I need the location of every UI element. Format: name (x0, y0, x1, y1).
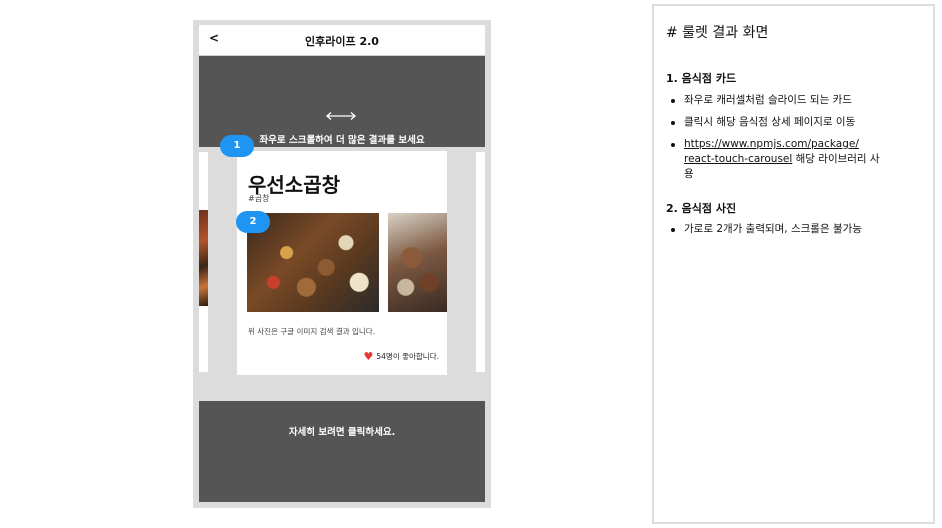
phone-mockup: < 인후라이프 2.0 좌우로 스크롤하여 더 많은 결과를 보세요 우선소곱창… (193, 20, 491, 508)
restaurant-tag: #곱창 (248, 194, 270, 203)
left-right-arrow-icon (326, 112, 356, 120)
annotation-badge-2: 2 (236, 211, 270, 233)
spec-bullet: 클릭시 해당 음식점 상세 페이지로 이동 (671, 115, 904, 130)
annotation-badge-1: 1 (220, 135, 254, 157)
link-suffix: 해당 라이브러리 사 (792, 153, 880, 165)
detail-hint: 자세히 보려면 클릭하세요. (288, 427, 396, 438)
spec-section-restaurant-photo: 2. 음식점 사진 (666, 202, 737, 215)
top-bar: < 인후라이프 2.0 (199, 25, 485, 56)
app-title: 인후라이프 2.0 (305, 35, 379, 48)
spec-heading: # 룰렛 결과 화면 (666, 25, 769, 41)
previous-card-photo (199, 210, 208, 306)
link-continuation: 용 (684, 168, 694, 180)
heart-icon: ♥ (363, 350, 374, 363)
spec-bullet: 가로로 2개가 출력되며, 스크롤은 불가능 (671, 222, 904, 237)
npm-link-line2[interactable]: react-touch-carousel (684, 153, 792, 165)
previous-card[interactable] (199, 152, 208, 372)
restaurant-carousel[interactable]: 우선소곱창 #곱창 위 사진은 구글 이미지 검색 결과 입니다. ♥ 54명이… (199, 147, 485, 401)
image-caption: 위 사진은 구글 이미지 검색 결과 입니다. (248, 327, 376, 336)
result-screen: < 인후라이프 2.0 좌우로 스크롤하여 더 많은 결과를 보세요 우선소곱창… (199, 25, 485, 502)
spec-bullet: 좌우로 캐러셀처럼 슬라이드 되는 카드 (671, 93, 904, 108)
likes-count: ♥ 54명이 좋아합니다. (364, 351, 440, 362)
likes-label: 54명이 좋아합니다. (376, 352, 439, 361)
restaurant-photo-2 (388, 213, 447, 312)
npm-link-line1[interactable]: https://www.npmjs.com/package/ (684, 138, 859, 150)
spec-panel: # 룰렛 결과 화면 1. 음식점 카드 좌우로 캐러셀처럼 슬라이드 되는 카… (652, 4, 935, 524)
next-card[interactable] (476, 152, 485, 372)
spec-section-restaurant-card: 1. 음식점 카드 (666, 72, 737, 85)
spec-bullet-link: https://www.npmjs.com/package/ react-tou… (671, 137, 904, 182)
restaurant-card[interactable]: 우선소곱창 #곱창 위 사진은 구글 이미지 검색 결과 입니다. ♥ 54명이… (237, 151, 447, 375)
